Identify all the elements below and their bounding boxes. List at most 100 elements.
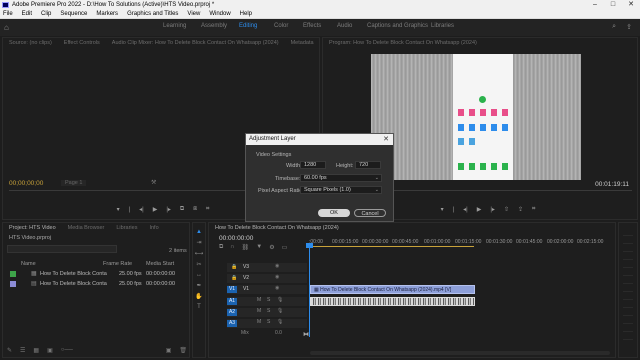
mark-in-icon[interactable]: ▾ [117,206,120,213]
ok-button[interactable]: OK [318,209,350,217]
workspace-captions-and-graphics[interactable]: Captions and Graphics [367,23,428,29]
settings-icon[interactable]: ⚙ [269,244,274,251]
list-item[interactable]: ▤ How To Delete Block Conta 25.00 fps 00… [3,279,193,289]
track-label-a1[interactable]: A1 [227,298,237,305]
column-name[interactable]: Name [21,261,36,267]
tab-source[interactable]: Source: (no clips) [9,40,52,46]
slip-icon[interactable]: ↔ [196,272,202,278]
pixel-aspect-ratio-select[interactable]: Square Pixels (1.0) ⌄ [300,186,382,194]
extract-icon[interactable]: ⇪ [518,206,523,213]
eye-icon[interactable]: ◉ [275,263,279,269]
tab-media-browser[interactable]: Media Browser [68,225,105,231]
tab-project[interactable]: Project: HTS Video [9,225,56,231]
lock-icon[interactable]: 🔒 [231,275,237,281]
lift-icon[interactable]: ⇧ [504,206,509,213]
home-icon[interactable]: ⌂ [4,23,13,32]
zoom-slider[interactable]: ○── [61,347,73,356]
close-button[interactable]: ✕ [622,0,640,10]
workspace-audio[interactable]: Audio [337,23,352,29]
pencil-icon[interactable]: ✎ [7,347,12,356]
timebase-select[interactable]: 60.00 fps ⌄ [300,174,382,182]
audio-clip[interactable] [310,297,475,306]
menu-clip[interactable]: Clip [41,11,51,17]
eye-icon[interactable]: ◉ [275,274,279,280]
source-patch-v1[interactable]: V1 [227,286,237,293]
freeform-view-icon[interactable]: ▣ [47,347,53,356]
track-label-v1[interactable]: V1 [241,286,251,293]
wrench-icon[interactable]: ⚒ [151,179,156,186]
mic-icon[interactable]: 🎙 [277,308,283,314]
share-icon[interactable]: ⇪ [626,23,632,31]
tab-audio-clip-mixer[interactable]: Audio Clip Mixer: How To Delete Block Co… [112,40,279,46]
solo-button[interactable]: S [267,297,270,303]
project-search-input[interactable] [7,245,117,253]
menu-markers[interactable]: Markers [96,11,118,17]
solo-button[interactable]: S [267,308,270,314]
dialog-close-button[interactable]: ✕ [383,134,389,145]
new-item-icon[interactable]: ▣ [166,347,172,356]
search-icon[interactable]: ⌕ [612,23,616,31]
program-timecode[interactable]: 00:01:19:11 [595,181,629,188]
maximize-button[interactable]: □ [604,0,622,10]
solo-button[interactable]: S [267,319,270,325]
snap-icon[interactable]: ∩ [230,244,234,251]
mix-value[interactable]: 0.0 [275,330,282,336]
mic-icon[interactable]: 🎙 [277,297,283,303]
minimize-button[interactable]: – [586,0,604,10]
track-label-v3[interactable]: V3 [241,264,251,271]
ripple-edit-icon[interactable]: ⟷ [195,250,204,257]
step-forward-icon[interactable]: |▸ [166,206,171,213]
tab-libraries[interactable]: Libraries [116,225,137,231]
workspace-editing[interactable]: Editing [239,23,257,29]
track-label-a2[interactable]: A2 [227,309,237,316]
mute-button[interactable]: M [257,308,261,314]
menu-edit[interactable]: Edit [22,11,32,17]
tab-program[interactable]: Program: How To Delete Block Contact On … [329,40,477,46]
track-label-v2[interactable]: V2 [241,275,251,282]
zoom-fit-icon[interactable]: ⧓ [303,331,309,338]
captions-icon[interactable]: ▭ [282,244,288,251]
program-export-frame-icon[interactable]: ⌗ [532,206,535,213]
play-icon[interactable]: ▶ [153,206,158,213]
height-field[interactable]: 720 [355,161,381,169]
width-field[interactable]: 1280 [300,161,326,169]
workspace-color[interactable]: Color [274,23,288,29]
source-timecode[interactable]: 00;00;00;00 [9,180,43,187]
column-frame-rate[interactable]: Frame Rate [103,261,132,267]
workspace-assembly[interactable]: Assembly [201,23,227,29]
tab-effect-controls[interactable]: Effect Controls [64,40,100,46]
timeline-ruler[interactable]: :00:00 00:00:15:00 00:00:30:00 00:00:45:… [309,235,609,249]
type-icon[interactable]: T [197,304,201,310]
cancel-button[interactable]: Cancel [354,209,386,217]
menu-sequence[interactable]: Sequence [60,11,87,17]
tab-sequence[interactable]: How To Delete Block Contact On Whatsapp … [215,225,339,231]
export-frame-icon[interactable]: ⌗ [206,206,209,213]
tab-info[interactable]: Info [149,225,158,231]
mark-out-icon[interactable]: | [129,207,131,213]
menu-help[interactable]: Help [240,11,252,17]
list-view-icon[interactable]: ☰ [20,347,25,356]
column-media-start[interactable]: Media Start [146,261,174,267]
program-mark-in-icon[interactable]: ▾ [441,206,444,213]
trash-icon[interactable]: 🗑 [179,347,187,356]
workspace-learning[interactable]: Learning [163,23,186,29]
menu-window[interactable]: Window [209,11,230,17]
nest-icon[interactable]: ⧉ [219,244,223,251]
playhead-handle[interactable] [306,243,313,248]
hand-icon[interactable]: ✋ [195,293,202,300]
track-label-a3[interactable]: A3 [227,320,237,327]
workspace-libraries[interactable]: Libraries [431,23,454,29]
linked-icon[interactable]: ⛓ [242,244,250,251]
program-step-forward-icon[interactable]: |▸ [490,206,495,213]
insert-icon[interactable]: ⧉ [180,206,184,213]
program-step-back-icon[interactable]: ◂| [463,206,468,213]
program-play-icon[interactable]: ▶ [477,206,482,213]
timeline-horizontal-scrollbar[interactable] [310,351,610,355]
mic-icon[interactable]: 🎙 [277,319,283,325]
marker-icon[interactable]: ▼ [256,244,262,251]
mute-button[interactable]: M [257,297,261,303]
icon-view-icon[interactable]: ▦ [33,347,39,356]
menu-graphics-and-titles[interactable]: Graphics and Titles [127,11,178,17]
step-back-icon[interactable]: ◂| [139,206,144,213]
source-fit-dropdown[interactable]: Page 1 [61,180,87,186]
